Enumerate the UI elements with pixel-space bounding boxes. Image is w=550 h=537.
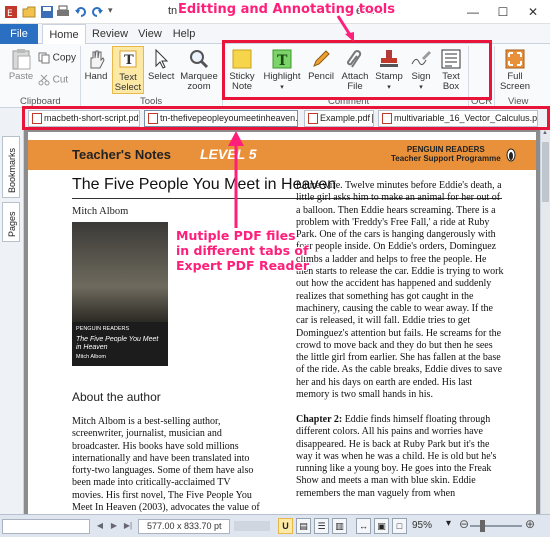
full-screen-label-2: Screen [499,81,531,92]
vertical-scrollbar[interactable]: ▲ [540,128,550,514]
tabs-highlight-box [22,106,550,130]
save-icon[interactable] [40,5,54,19]
underline-tool-icon[interactable]: U [278,518,293,534]
magnifier-icon [190,50,209,69]
annotation-tabs-line-3: Expert PDF Reader [176,258,310,273]
copy-label: Copy [52,52,76,64]
document-viewport[interactable]: Teacher's Notes LEVEL 5 PENGUIN READERS … [24,128,540,514]
annotation-tabs-line-2: in different tabs of [176,243,309,258]
text-select-button[interactable]: T Text Select [112,46,144,94]
group-separator [80,46,81,106]
app-icon: E [4,5,18,19]
side-panel: Bookmarks Pages [0,108,24,514]
close-button[interactable]: ✕ [518,0,548,24]
about-author-heading: About the author [72,390,161,404]
actual-size-icon[interactable]: □ [392,518,407,534]
author-name: Mitch Albom [72,206,129,217]
zoom-level[interactable]: 95% [412,520,432,531]
left-column-text: Mitch Albom is a best-selling author, sc… [72,416,260,514]
cover-title: The Five People You Meet in Heaven [76,336,159,351]
penguin-readers-line-1: PENGUIN READERS [406,145,485,154]
chapter-2-paragraph: Chapter 2: Eddie finds himself floating … [296,414,506,500]
marquee-label-2: zoom [187,81,211,92]
paste-button[interactable]: Paste [6,48,36,82]
annotation-tools-label: Editting and Annotating tools [178,2,395,17]
select-button[interactable]: Select [148,48,174,82]
zoom-in-icon[interactable]: ⊕ [524,518,536,530]
hand-icon [90,50,105,69]
pdf-page: Teacher's Notes LEVEL 5 PENGUIN READERS … [28,132,536,514]
annotation-tabs-label: Mutiple PDF files in different tabs of E… [176,228,309,273]
copy-button[interactable]: Copy [38,52,76,64]
tab-review[interactable]: Review [90,24,130,44]
hand-tool-button[interactable]: Hand [84,48,108,82]
full-screen-button[interactable]: Full Screen [498,48,532,92]
status-bar: ◀ ▶ ▶| 577.00 x 833.70 pt U ▤ ☰ ▥ ↔ ▣ □ … [0,514,550,537]
text-cursor-icon: T [119,50,137,68]
tab-view[interactable]: View [134,24,166,44]
penguin-readers-line-2: Teacher Support Programme [391,154,501,163]
cover-band: PENGUIN READERS The Five People You Meet… [72,322,168,366]
text-select-label-2: Select [114,82,142,93]
redo-icon[interactable] [90,5,104,19]
select-label: Select [148,71,175,82]
paste-icon [12,49,31,70]
customize-quick-access-icon[interactable]: ▾ [108,5,122,19]
annotation-arrow-tabs [228,131,244,228]
tab-pages[interactable]: Pages [2,202,20,242]
group-separator [494,46,495,106]
horizontal-scroll[interactable] [234,521,270,531]
zoom-out-icon[interactable]: ⊖ [458,518,470,530]
zoom-slider-knob[interactable] [480,520,485,532]
penguin-logo-icon [506,148,516,162]
tools-highlight-box [222,40,492,100]
tab-home[interactable]: Home [42,24,86,45]
zoom-slider[interactable] [470,525,522,527]
print-icon[interactable] [56,5,70,19]
window-title: tn [168,5,178,17]
prev-page-icon[interactable]: ◀ [94,519,106,533]
cut-button[interactable]: Cut [38,74,68,86]
zoom-dropdown-icon[interactable]: ▾ [446,518,451,529]
scroll-up-icon[interactable]: ▲ [542,130,548,136]
next-page-icon[interactable]: ▶ [108,519,120,533]
open-icon[interactable] [22,5,36,19]
page-header-band: Teacher's Notes LEVEL 5 PENGUIN READERS … [28,140,536,170]
right-column-text: future wife. Twelve minutes before Eddie… [296,180,504,401]
tab-help[interactable]: Help [168,24,200,44]
fit-width-icon[interactable]: ↔ [356,518,371,534]
marquee-zoom-button[interactable]: Marquee zoom [180,48,218,92]
scissors-icon [38,74,50,86]
page-number-input[interactable] [2,519,90,534]
cover-publisher: PENGUIN READERS [76,326,130,332]
undo-icon[interactable] [74,5,88,19]
view-mode-facing-icon[interactable]: ▥ [332,518,347,534]
copy-icon [38,52,50,64]
svg-text:E: E [7,9,13,19]
chapter-label: Chapter 2: [296,414,343,425]
book-cover-image: PENGUIN READERS The Five People You Meet… [72,222,168,366]
annotation-tabs-line-1: Mutiple PDF files [176,228,296,243]
svg-text:T: T [124,53,134,68]
full-screen-icon [505,49,525,69]
pages-label: Pages [7,211,17,237]
last-page-icon[interactable]: ▶| [122,519,134,533]
minimize-button[interactable]: — [458,0,488,24]
arrow-cursor-icon [155,48,169,69]
penguin-readers-label: PENGUIN READERS Teacher Support Programm… [391,145,501,163]
annotation-arrow-up [336,15,354,42]
tab-file[interactable]: File [0,24,38,44]
view-mode-continuous-icon[interactable]: ☰ [314,518,329,534]
hand-label: Hand [84,71,108,82]
maximize-button[interactable]: ☐ [488,0,518,24]
paste-label: Paste [8,71,34,82]
cover-author: Mitch Albom [76,354,106,360]
view-mode-single-icon[interactable]: ▤ [296,518,311,534]
fit-page-icon[interactable]: ▣ [374,518,389,534]
scrollbar-thumb[interactable] [542,142,549,202]
cut-label: Cut [52,74,69,86]
chapter-2-text: Eddie finds himself floating through dif… [296,414,497,499]
page-dimensions: 577.00 x 833.70 pt [138,519,230,534]
teachers-notes-heading: Teacher's Notes [72,147,171,162]
